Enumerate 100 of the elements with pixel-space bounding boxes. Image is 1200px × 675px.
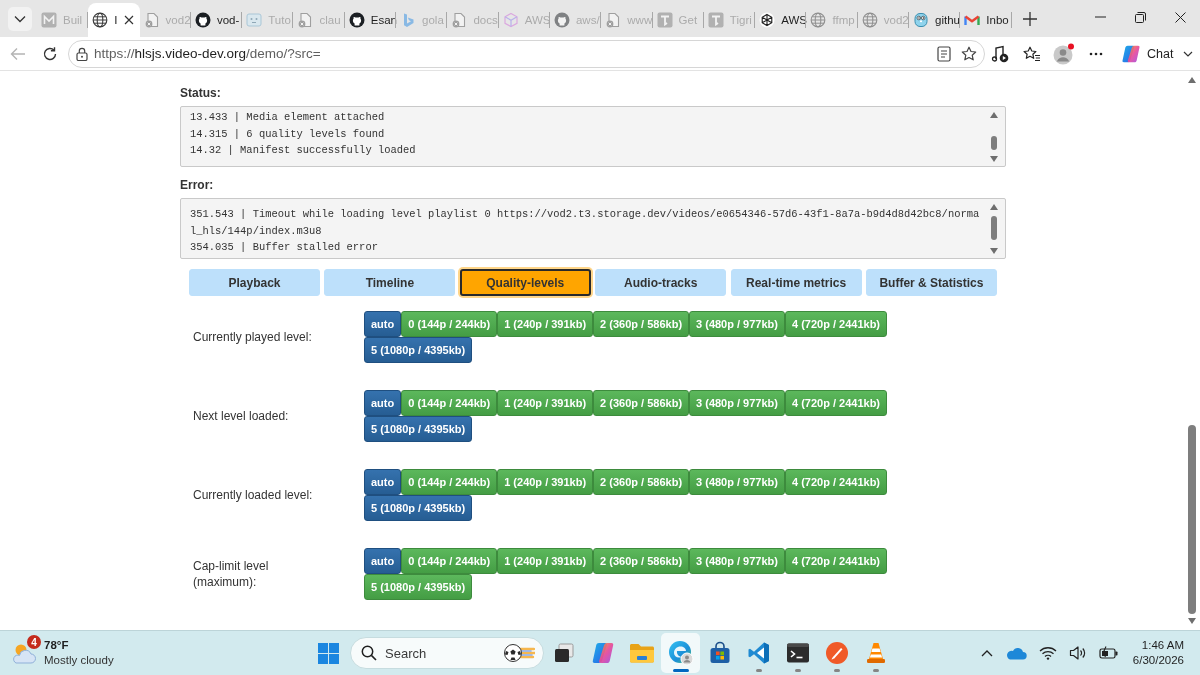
star-list-icon [1023,45,1041,62]
close-icon[interactable] [123,15,134,25]
browser-tab[interactable]: Buil [37,3,89,37]
document-icon [605,12,622,28]
level-button[interactable]: 0 (144p / 244kb) [401,548,498,574]
globe-icon [810,12,827,28]
code-editor-icon [746,641,771,665]
level-button[interactable]: 4 (720p / 2441kb) [785,311,888,337]
level-button[interactable]: 5 (1080p / 4395kb) [364,574,473,600]
chevron-down-icon [14,14,26,23]
section-tab[interactable]: Quality-levels [459,269,591,296]
scroll-up-icon[interactable] [1188,77,1196,83]
browser-tab[interactable]: Tuto [242,3,294,37]
browser-tab[interactable]: vod- [190,3,243,37]
tab-title: www [627,14,653,26]
tab-title: I [114,14,118,26]
browser-tab[interactable]: gola [396,3,448,37]
browser-tab[interactable]: githu [909,3,961,37]
browser-tab[interactable]: vod2 [857,3,910,37]
section-label: Error: [180,178,215,192]
search-field[interactable]: Search [350,637,544,669]
taskbar-app-button[interactable] [661,633,700,673]
browser-tab[interactable]: ffmp [806,3,858,37]
tab-title: docs [473,14,498,26]
reader-mode-icon [937,45,951,62]
level-label: Currently played level: [193,329,313,345]
globe-icon [92,12,109,28]
scrollbar-thumb[interactable] [1188,425,1196,614]
lock-icon [76,46,88,61]
browser-tab[interactable]: Inbo [960,3,1012,37]
tab-title: Buil [63,14,83,26]
url-text: https://hlsjs.video-dev.org/demo/?src= [94,46,322,61]
level-button[interactable]: 0 (144p / 244kb) [401,390,498,416]
level-button[interactable]: auto [364,469,402,495]
scroll-down-icon[interactable] [990,248,998,254]
browser-tab[interactable]: vod2 [139,3,191,37]
browser-tab[interactable]: clau [293,3,345,37]
browser-tab[interactable]: docs [447,3,499,37]
tab-title: Get [678,14,698,26]
level-button[interactable]: 1 (240p / 391kb) [497,311,594,337]
level-button[interactable]: auto [364,311,402,337]
battery-icon [1098,646,1119,660]
level-button[interactable]: auto [364,390,402,416]
address-field[interactable]: https://hlsjs.video-dev.org/demo/?src= [68,39,985,68]
browser-tab[interactable]: Get [652,3,704,37]
weather-condition: Mostly cloudy [44,653,114,668]
scrollbar-thumb[interactable] [991,136,997,150]
level-button[interactable]: 0 (144p / 244kb) [401,311,498,337]
scroll-up-icon[interactable] [990,204,998,210]
section-tab[interactable]: Playback [189,269,320,296]
scroll-down-icon[interactable] [990,156,998,162]
section-tab[interactable]: Buffer & Statistics [865,269,997,296]
scrollbar-thumb[interactable] [991,215,997,240]
log-line: 14.32 | Manifest successfully loaded [190,143,417,159]
temperature-text: 78°F [44,638,70,653]
level-button[interactable]: 4 (720p / 2441kb) [785,469,888,495]
browser-tab[interactable]: aws/ [549,3,602,37]
level-button[interactable]: 2 (360p / 586kb) [593,469,690,495]
level-button[interactable]: 5 (1080p / 4395kb) [364,416,473,442]
level-button[interactable]: 4 (720p / 2441kb) [785,548,888,574]
browser-tab[interactable]: Tigri [703,3,756,37]
browser-tab[interactable]: I [88,3,140,37]
level-button[interactable]: 5 (1080p / 4395kb) [364,337,473,363]
browser-tab[interactable]: AWS [498,3,550,37]
browser-tab[interactable]: www [601,3,653,37]
log-box[interactable]: 351.543 | Timeout while loading level playlist 0 https://vod2.t3.storage.dev/videos/e0654346-57d6-43f1-8a7a-b9d4d8d42bc8/normal_hls/144p/index.m3u8 354.035 | Buffer stalled error [180,198,1006,259]
level-button[interactable]: 4 (720p / 2441kb) [785,390,888,416]
tab-title: Tuto [268,14,291,26]
tab-list-button[interactable] [8,6,32,31]
level-button[interactable]: 2 (360p / 586kb) [593,390,690,416]
document-icon [451,12,468,28]
scroll-down-icon[interactable] [1188,618,1196,624]
level-button[interactable]: 1 (240p / 391kb) [497,548,594,574]
reader-mode-button[interactable] [934,43,954,64]
tab-title: Inbo [986,14,1009,26]
avatar-icon [1053,42,1075,65]
section-tab[interactable]: Audio-tracks [595,269,727,296]
level-button[interactable]: 3 (480p / 977kb) [689,311,785,337]
level-button[interactable]: 2 (360p / 586kb) [593,311,690,337]
notification-badge: 4 [27,635,41,649]
level-button[interactable]: 5 (1080p / 4395kb) [364,495,473,521]
level-button[interactable]: 1 (240p / 391kb) [497,469,594,495]
tab-title: gola [422,14,444,26]
search-input[interactable]: Search [385,645,503,661]
tab-title: ffmp [832,14,855,26]
level-button[interactable]: 0 (144p / 244kb) [401,469,498,495]
level-button[interactable]: 3 (480p / 977kb) [689,469,785,495]
section-tab[interactable]: Timeline [324,269,456,296]
level-button[interactable]: 3 (480p / 977kb) [689,390,785,416]
swirl-logo-icon [1121,43,1141,64]
scroll-up-icon[interactable] [990,112,998,118]
arrow-left-icon [10,46,26,61]
close-icon [1174,11,1186,23]
tile-logo-icon [656,12,673,28]
level-button[interactable]: 2 (360p / 586kb) [593,548,690,574]
level-button[interactable]: 1 (240p / 391kb) [497,390,594,416]
section-tab[interactable]: Real-time metrics [730,269,862,296]
level-button[interactable]: auto [364,548,402,574]
log-box[interactable]: 13.433 | Media element attached 14.315 | 6 quality levels found 14.32 | Manifest successfully loaded [180,106,1006,167]
level-button[interactable]: 3 (480p / 977kb) [689,548,785,574]
